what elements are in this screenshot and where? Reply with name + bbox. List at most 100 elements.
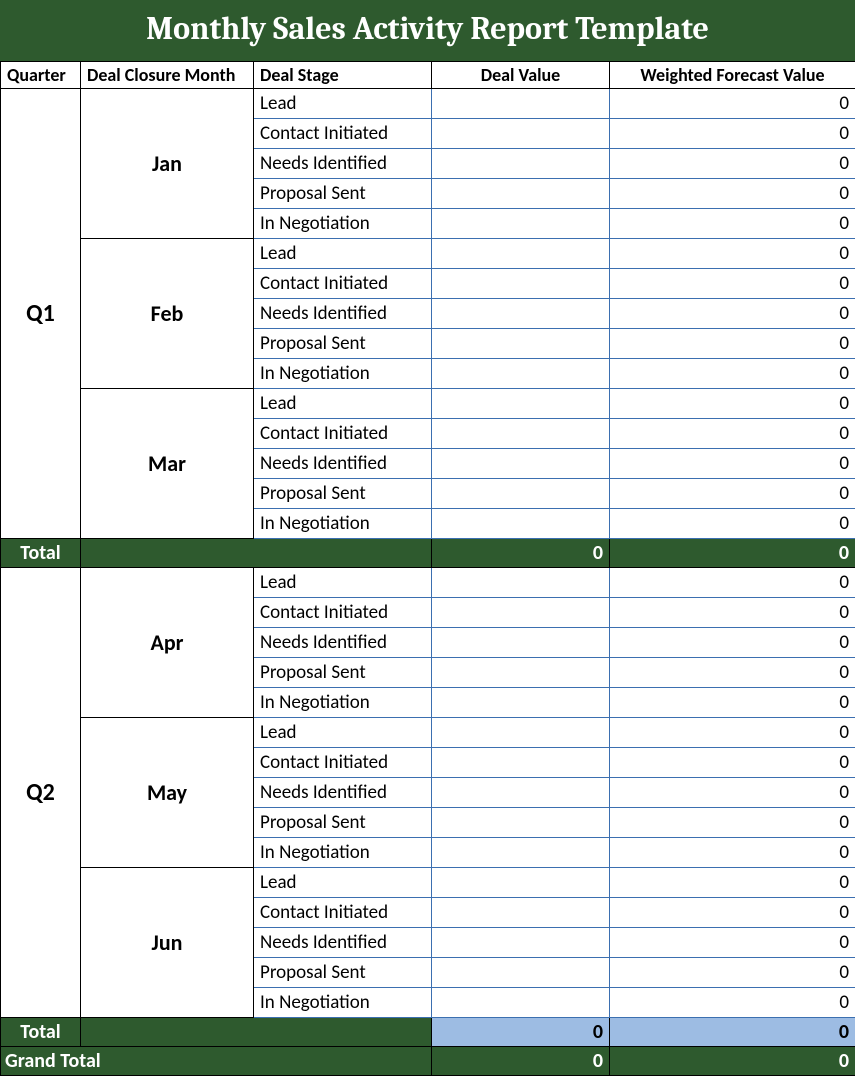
forecast-value-cell[interactable]: 0 [610, 628, 855, 658]
total-spacer [81, 1018, 432, 1047]
stage-cell[interactable]: Lead [254, 89, 432, 119]
forecast-value-cell[interactable]: 0 [610, 718, 855, 748]
deal-value-cell[interactable] [432, 988, 610, 1018]
deal-value-cell[interactable] [432, 209, 610, 239]
deal-value-cell[interactable] [432, 329, 610, 359]
forecast-value-cell[interactable]: 0 [610, 239, 855, 269]
forecast-value-cell[interactable]: 0 [610, 778, 855, 808]
stage-cell[interactable]: Contact Initiated [254, 898, 432, 928]
deal-value-cell[interactable] [432, 748, 610, 778]
stage-cell[interactable]: Lead [254, 868, 432, 898]
forecast-value-cell[interactable]: 0 [610, 299, 855, 329]
total-forecast[interactable]: 0 [610, 1018, 855, 1047]
deal-value-cell[interactable] [432, 119, 610, 149]
deal-value-cell[interactable] [432, 568, 610, 598]
forecast-value-cell[interactable]: 0 [610, 658, 855, 688]
forecast-value-cell[interactable]: 0 [610, 868, 855, 898]
deal-value-cell[interactable] [432, 928, 610, 958]
stage-cell[interactable]: In Negotiation [254, 509, 432, 539]
stage-cell[interactable]: Contact Initiated [254, 748, 432, 778]
forecast-value-cell[interactable]: 0 [610, 479, 855, 509]
stage-cell[interactable]: In Negotiation [254, 209, 432, 239]
deal-value-cell[interactable] [432, 658, 610, 688]
stage-cell[interactable]: Proposal Sent [254, 658, 432, 688]
deal-value-cell[interactable] [432, 239, 610, 269]
month-cell: Jun [81, 868, 254, 1018]
forecast-value-cell[interactable]: 0 [610, 808, 855, 838]
forecast-value-cell[interactable]: 0 [610, 898, 855, 928]
deal-value-cell[interactable] [432, 89, 610, 119]
deal-value-cell[interactable] [432, 299, 610, 329]
stage-cell[interactable]: Lead [254, 718, 432, 748]
forecast-value-cell[interactable]: 0 [610, 568, 855, 598]
stage-cell[interactable]: Needs Identified [254, 449, 432, 479]
forecast-value-cell[interactable]: 0 [610, 928, 855, 958]
stage-cell[interactable]: In Negotiation [254, 838, 432, 868]
stage-cell[interactable]: Proposal Sent [254, 808, 432, 838]
stage-cell[interactable]: Needs Identified [254, 778, 432, 808]
deal-value-cell[interactable] [432, 389, 610, 419]
deal-value-cell[interactable] [432, 868, 610, 898]
stage-cell[interactable]: In Negotiation [254, 988, 432, 1018]
total-value[interactable]: 0 [432, 1018, 610, 1047]
deal-value-cell[interactable] [432, 419, 610, 449]
forecast-value-cell[interactable]: 0 [610, 988, 855, 1018]
forecast-value-cell[interactable]: 0 [610, 509, 855, 539]
deal-value-cell[interactable] [432, 479, 610, 509]
forecast-value-cell[interactable]: 0 [610, 269, 855, 299]
forecast-value-cell[interactable]: 0 [610, 119, 855, 149]
deal-value-cell[interactable] [432, 179, 610, 209]
stage-cell[interactable]: Proposal Sent [254, 479, 432, 509]
forecast-value-cell[interactable]: 0 [610, 838, 855, 868]
total-forecast[interactable]: 0 [610, 539, 855, 568]
deal-value-cell[interactable] [432, 808, 610, 838]
deal-value-cell[interactable] [432, 688, 610, 718]
forecast-value-cell[interactable]: 0 [610, 688, 855, 718]
stage-cell[interactable]: In Negotiation [254, 359, 432, 389]
deal-value-cell[interactable] [432, 149, 610, 179]
stage-cell[interactable]: Needs Identified [254, 928, 432, 958]
stage-cell[interactable]: Needs Identified [254, 149, 432, 179]
stage-cell[interactable]: Contact Initiated [254, 419, 432, 449]
grand-total-forecast: 0 [610, 1047, 855, 1076]
forecast-value-cell[interactable]: 0 [610, 179, 855, 209]
forecast-value-cell[interactable]: 0 [610, 89, 855, 119]
deal-value-cell[interactable] [432, 598, 610, 628]
stage-cell[interactable]: Lead [254, 239, 432, 269]
stage-cell[interactable]: Proposal Sent [254, 179, 432, 209]
deal-value-cell[interactable] [432, 778, 610, 808]
stage-cell[interactable]: Contact Initiated [254, 119, 432, 149]
deal-value-cell[interactable] [432, 269, 610, 299]
stage-cell[interactable]: Needs Identified [254, 299, 432, 329]
forecast-value-cell[interactable]: 0 [610, 598, 855, 628]
month-cell: Feb [81, 239, 254, 389]
forecast-value-cell[interactable]: 0 [610, 389, 855, 419]
forecast-value-cell[interactable]: 0 [610, 419, 855, 449]
stage-cell[interactable]: Contact Initiated [254, 269, 432, 299]
grand-total-row: Grand Total00 [1, 1047, 855, 1076]
forecast-value-cell[interactable]: 0 [610, 149, 855, 179]
forecast-value-cell[interactable]: 0 [610, 748, 855, 778]
forecast-value-cell[interactable]: 0 [610, 359, 855, 389]
stage-cell[interactable]: In Negotiation [254, 688, 432, 718]
stage-cell[interactable]: Lead [254, 389, 432, 419]
forecast-value-cell[interactable]: 0 [610, 958, 855, 988]
deal-value-cell[interactable] [432, 359, 610, 389]
month-cell: May [81, 718, 254, 868]
forecast-value-cell[interactable]: 0 [610, 329, 855, 359]
deal-value-cell[interactable] [432, 509, 610, 539]
deal-value-cell[interactable] [432, 898, 610, 928]
deal-value-cell[interactable] [432, 628, 610, 658]
stage-cell[interactable]: Contact Initiated [254, 598, 432, 628]
stage-cell[interactable]: Proposal Sent [254, 958, 432, 988]
forecast-value-cell[interactable]: 0 [610, 449, 855, 479]
stage-cell[interactable]: Proposal Sent [254, 329, 432, 359]
stage-cell[interactable]: Lead [254, 568, 432, 598]
forecast-value-cell[interactable]: 0 [610, 209, 855, 239]
deal-value-cell[interactable] [432, 449, 610, 479]
deal-value-cell[interactable] [432, 718, 610, 748]
stage-cell[interactable]: Needs Identified [254, 628, 432, 658]
deal-value-cell[interactable] [432, 958, 610, 988]
deal-value-cell[interactable] [432, 838, 610, 868]
total-value[interactable]: 0 [432, 539, 610, 568]
